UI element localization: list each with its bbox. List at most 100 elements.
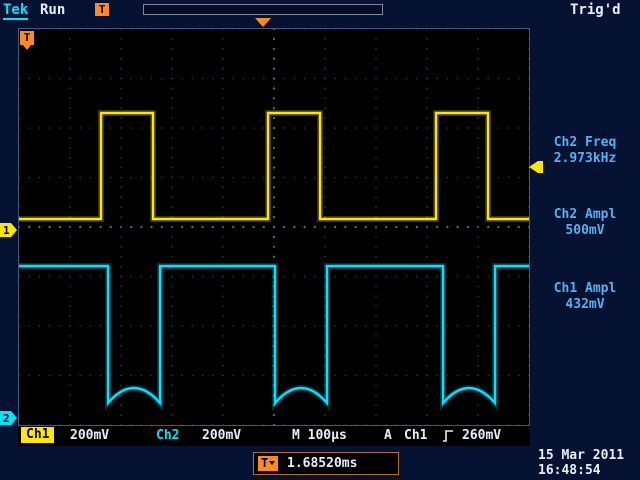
grid-dot [375, 107, 377, 109]
grid-dot [477, 98, 479, 100]
grid-dot [365, 276, 367, 278]
grid-dot [273, 167, 275, 169]
grid-dot [171, 305, 173, 307]
grid-dot [181, 325, 183, 327]
grid-dot [477, 157, 479, 159]
grid-dot [171, 167, 173, 169]
grid-dot [467, 375, 469, 377]
grid-dot [406, 177, 408, 179]
grid-dot [375, 246, 377, 248]
date-text: 15 Mar 2011 [538, 448, 638, 463]
grid-dot [222, 206, 224, 208]
grid-dot [28, 424, 30, 425]
grid-dot [69, 424, 71, 425]
grid-dot [120, 365, 122, 367]
grid-dot [171, 187, 173, 189]
grid-dot [508, 29, 510, 30]
grid-dot [416, 226, 418, 228]
grid-dot [232, 375, 234, 377]
grid-dot [120, 78, 122, 80]
grid-dot [426, 355, 428, 357]
grid-dot [69, 107, 71, 109]
grid-dot [120, 286, 122, 288]
grid-dot [477, 325, 479, 327]
grid-dot [120, 355, 122, 357]
grid-dot [334, 325, 336, 327]
grid-dot [477, 197, 479, 199]
grid-dot [314, 78, 316, 80]
trigger-time-readout: T 1.68520ms [253, 452, 399, 475]
grid-dot [141, 375, 143, 377]
grid-dot [518, 276, 520, 278]
grid-dot [120, 88, 122, 90]
grid-dot [69, 78, 71, 80]
grid-dot [447, 375, 449, 377]
grid-dot [243, 127, 245, 129]
grid-dot [365, 325, 367, 327]
rising-edge-icon [442, 429, 455, 443]
grid-dot [19, 256, 20, 258]
grid-dot [375, 256, 377, 258]
grid-dot [263, 127, 265, 129]
grid-dot [212, 424, 214, 425]
grid-dot [528, 355, 529, 357]
grid-dot [283, 29, 285, 30]
grid-dot [222, 157, 224, 159]
grid-dot [324, 147, 326, 149]
grid-dot [487, 29, 489, 30]
grid-dot [528, 375, 529, 377]
grid-dot [120, 256, 122, 258]
grid-dot [426, 117, 428, 119]
grid-dot [171, 325, 173, 327]
grid-dot [487, 424, 489, 425]
grid-dot [365, 226, 367, 228]
grid-dot [110, 78, 112, 80]
grid-dot [375, 29, 377, 30]
grid-dot [232, 226, 234, 228]
grid-dot [120, 68, 122, 70]
grid-dot [90, 177, 92, 179]
grid-dot [120, 187, 122, 189]
grid-dot [477, 127, 479, 129]
grid-dot [477, 226, 479, 228]
grid-dot [406, 424, 408, 425]
grid-dot [39, 29, 41, 30]
grid-dot [304, 424, 306, 425]
grid-dot [273, 226, 275, 228]
grid-dot [314, 276, 316, 278]
grid-dot [426, 315, 428, 317]
grid-dot [69, 117, 71, 119]
grid-dot [304, 375, 306, 377]
grid-dot [487, 375, 489, 377]
grid-dot [518, 424, 520, 425]
grid-dot [426, 98, 428, 100]
grid-dot [426, 365, 428, 367]
grid-dot [385, 375, 387, 377]
grid-dot [232, 29, 234, 30]
grid-dot [375, 375, 377, 377]
grid-dot [426, 286, 428, 288]
grid-dot [426, 78, 428, 80]
grid-dot [457, 127, 459, 129]
measurement-ch2-ampl: Ch2 Ampl 500mV [530, 207, 640, 239]
grid-dot [222, 29, 224, 30]
grid-dot [253, 276, 255, 278]
grid-dot [324, 187, 326, 189]
grid-dot [19, 117, 20, 119]
grid-dot [181, 78, 183, 80]
grid-dot [100, 424, 102, 425]
grid-dot [508, 276, 510, 278]
grid-dot [457, 276, 459, 278]
grid-dot [385, 424, 387, 425]
grid-dot [28, 177, 30, 179]
grid-dot [171, 345, 173, 347]
grid-dot [161, 226, 163, 228]
grid-dot [477, 385, 479, 387]
grid-dot [39, 325, 41, 327]
grid-dot [110, 29, 112, 30]
grid-dot [192, 29, 194, 30]
grid-dot [375, 286, 377, 288]
grid-dot [334, 375, 336, 377]
grid-dot [19, 424, 20, 425]
grid-dot [59, 177, 61, 179]
